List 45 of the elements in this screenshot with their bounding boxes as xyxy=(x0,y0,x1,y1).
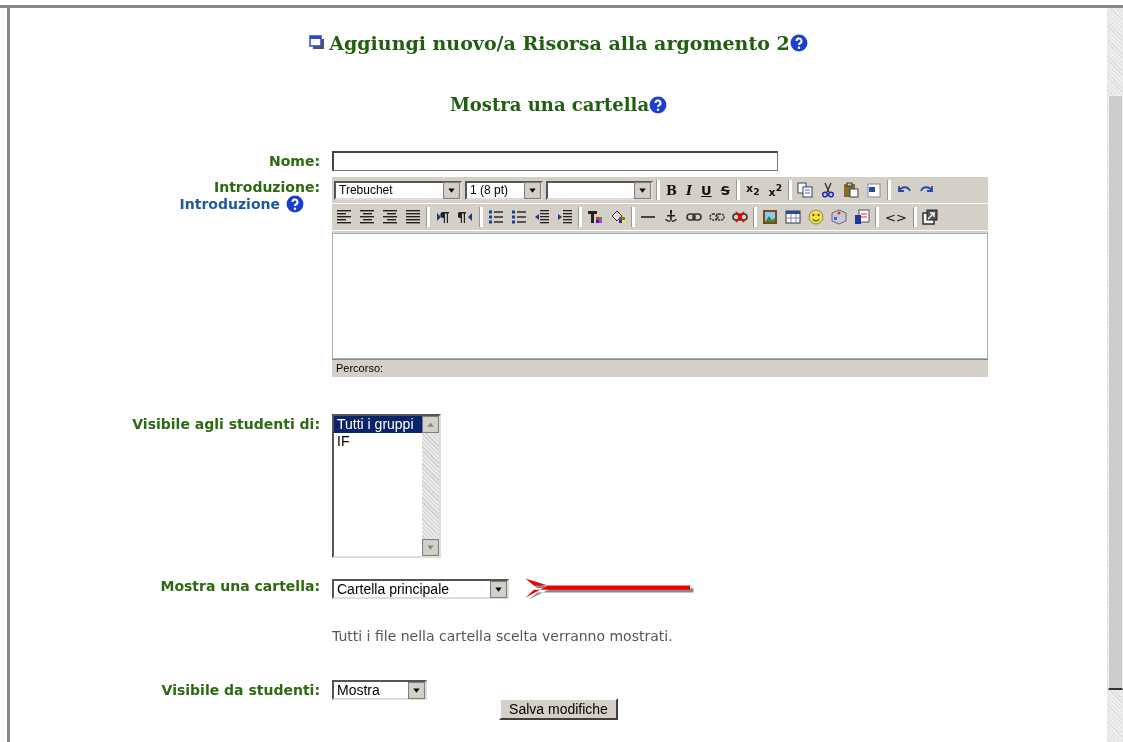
format-select[interactable] xyxy=(546,180,653,200)
list-option[interactable]: IF xyxy=(334,433,422,450)
size-select[interactable]: 1 (8 pt) xyxy=(465,180,543,200)
help-icon[interactable] xyxy=(789,34,808,52)
cube-icon[interactable] xyxy=(829,207,849,227)
fullscreen-icon[interactable] xyxy=(919,207,940,227)
name-field[interactable] xyxy=(332,151,778,171)
folder-select[interactable]: Cartella principale xyxy=(332,579,509,599)
format-button[interactable]: U xyxy=(698,182,715,198)
field-label: Mostra una cartella: xyxy=(160,578,320,594)
field-label: Visibile da studenti: xyxy=(161,682,320,698)
format-button[interactable]: B xyxy=(663,182,680,198)
section-title: Mostra una cartella xyxy=(449,94,650,115)
visibility-select[interactable]: Mostra xyxy=(332,680,427,700)
smiley-icon[interactable] xyxy=(806,207,826,227)
format-button[interactable]: I xyxy=(683,182,696,198)
copy-icon[interactable] xyxy=(795,180,815,200)
save-button[interactable]: Salva modifiche xyxy=(499,698,618,720)
font-select[interactable]: Trebuchet xyxy=(334,180,462,200)
image-icon[interactable] xyxy=(760,207,780,227)
scroll-thumb[interactable] xyxy=(1108,95,1123,690)
scroll-up-icon[interactable] xyxy=(422,416,439,433)
script-button[interactable]: x$_{2}$ xyxy=(743,182,763,198)
scrollbar[interactable] xyxy=(422,416,439,556)
paste-word-icon[interactable] xyxy=(864,180,884,200)
field-label: Introduzione: xyxy=(214,179,320,195)
field-label: Visibile agli studenti di: xyxy=(132,416,320,432)
hint-text: Tutti i file nella cartella scelta verranno mostrati. xyxy=(332,628,673,644)
scroll-down-icon[interactable] xyxy=(422,539,439,556)
format-button[interactable]: S xyxy=(717,182,734,198)
paste-icon[interactable] xyxy=(841,180,861,200)
table-icon[interactable] xyxy=(783,207,803,227)
paste-text-icon[interactable] xyxy=(852,207,872,227)
source-button[interactable]: <> xyxy=(882,209,910,225)
page-title: Aggiungi nuovo/a Risorsa alla argomento 2 xyxy=(329,32,790,54)
windows-icon xyxy=(309,35,326,51)
help-link[interactable]: Introduzione xyxy=(179,196,280,212)
field-label: Nome: xyxy=(268,153,320,169)
help-icon[interactable] xyxy=(649,95,668,114)
help-icon[interactable] xyxy=(286,195,304,213)
group-listbox[interactable]: Tutti i gruppi IF xyxy=(332,414,441,558)
list-option[interactable]: Tutti i gruppi xyxy=(334,416,422,433)
path-label: Percorso: xyxy=(336,362,384,374)
page-scrollbar[interactable] xyxy=(1107,8,1123,742)
script-button[interactable]: x$^{2}$ xyxy=(765,181,785,199)
